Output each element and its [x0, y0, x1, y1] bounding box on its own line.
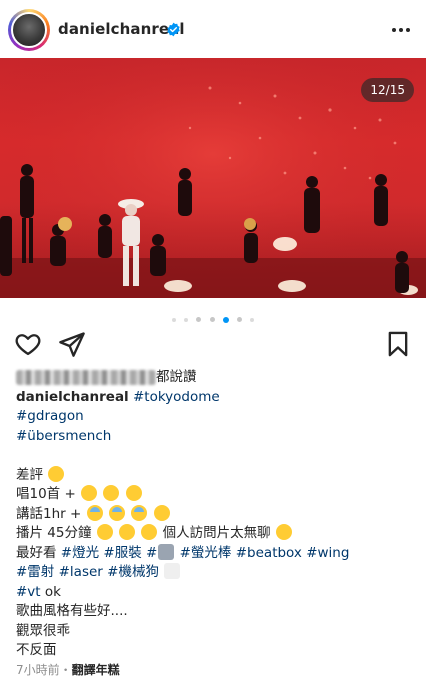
caption-line: 最好看 #燈光 #服裝 # #螢光棒 #beatbox #wing [16, 543, 416, 564]
carousel-dot-active [222, 316, 229, 323]
yawning-face-emoji-icon [141, 524, 158, 540]
caption-author[interactable]: danielchanreal [16, 389, 129, 405]
caption-line: 差評 [16, 465, 416, 486]
exploding-head-emoji-icon [153, 504, 170, 521]
blurred-liker-names [16, 370, 156, 386]
grimace-face-emoji-icon [125, 485, 142, 501]
hashtag-link[interactable]: #tokyodome [133, 389, 220, 405]
caption-line: #übersmench [16, 427, 416, 447]
caption-text: 唱10首 + [16, 486, 76, 502]
hashtag-link[interactable]: #燈光 [61, 545, 99, 561]
carousel-dot [172, 317, 177, 322]
caption-line: 歌曲風格有些好.... [16, 602, 416, 622]
translate-link[interactable]: 翻譯年糕 [72, 663, 120, 677]
hashtag-link[interactable]: #wing [306, 545, 349, 561]
zany-face-emoji-icon [81, 485, 98, 501]
caption-line: 不反面 [16, 641, 416, 661]
caption-text: 個人訪問片太無聊 [162, 525, 271, 541]
likes-suffix: 都說讚 [156, 369, 197, 385]
post-header: danielchanreal [0, 0, 426, 60]
carousel-counter: 12/15 [361, 78, 414, 102]
caption-text: ok [44, 583, 61, 600]
action-bar [0, 330, 426, 360]
yawning-face-emoji-icon [119, 524, 136, 540]
suit-emoji-icon [158, 543, 175, 560]
caption-line: 播片 45分鐘 個人訪問片太無聊 [16, 524, 416, 544]
caption-text: 講話1hr + [16, 505, 82, 522]
verified-badge-icon [167, 22, 180, 37]
heart-icon[interactable] [14, 330, 42, 358]
caption-line: 觀眾很乖 [16, 622, 416, 642]
neutral-face-emoji-icon [103, 485, 120, 501]
hashtag-link[interactable]: #laser [59, 564, 103, 580]
caption-line: #vt ok [16, 583, 416, 603]
hashtag-link[interactable]: #機械狗 [107, 564, 159, 580]
exploding-head-emoji-icon [275, 524, 292, 540]
post-footer: 7小時前・翻譯年糕 [16, 661, 416, 681]
story-ring[interactable] [8, 9, 50, 51]
carousel-dot [209, 317, 215, 322]
carousel-dot [196, 317, 202, 322]
caption-text: 播片 45分鐘 [16, 525, 92, 541]
caption-text: 觀眾很乖 [16, 622, 70, 639]
post-photo[interactable]: 12/15 [0, 58, 426, 298]
carousel-dot [184, 317, 189, 322]
caption-text: 最好看 [16, 544, 57, 561]
avatar[interactable] [11, 12, 47, 48]
hashtag-link[interactable]: #beatbox [236, 545, 302, 561]
hashtag-link[interactable]: #雷射 [16, 564, 54, 580]
separator: ・ [59, 662, 72, 677]
hashtag-link[interactable]: #vt [16, 584, 41, 600]
carousel-dot [249, 317, 254, 322]
caption-text: 不反面 [16, 642, 57, 658]
caption-line: #雷射 #laser #機械狗 [16, 563, 416, 583]
bookmark-icon[interactable] [384, 330, 412, 358]
sweat-face-emoji-icon [86, 504, 103, 521]
hashtag-link[interactable]: #服裝 [103, 545, 141, 561]
sweat-face-emoji-icon [108, 504, 125, 521]
carousel-dot [236, 317, 242, 322]
caption-line: #gdragon [16, 407, 416, 427]
likes-line[interactable]: 都說讚 [16, 368, 416, 388]
caption-author-line: danielchanreal #tokyodome [16, 388, 416, 408]
hashtag-link[interactable]: #螢光棒 [180, 545, 232, 561]
sweat-face-emoji-icon [131, 504, 148, 521]
hashtag-link[interactable]: #übersmench [16, 428, 111, 444]
yawning-face-emoji-icon [96, 524, 113, 540]
caption-line: 唱10首 + [16, 485, 416, 505]
send-icon[interactable] [58, 330, 86, 358]
caption-text: 差評 [16, 466, 43, 483]
more-options-icon[interactable] [390, 20, 412, 40]
tired-face-emoji-icon [48, 465, 65, 482]
hashtag-link[interactable]: # [146, 545, 157, 561]
carousel-indicator [0, 309, 426, 323]
post-caption: 都說讚 danielchanreal #tokyodome #gdragon #… [16, 368, 416, 680]
post-timestamp: 7小時前 [16, 662, 60, 677]
poodle-emoji-icon [164, 563, 181, 579]
hashtag-link[interactable]: #gdragon [16, 408, 84, 424]
caption-text: 歌曲風格有些好.... [16, 603, 128, 619]
caption-line: 講話1hr + [16, 504, 416, 525]
